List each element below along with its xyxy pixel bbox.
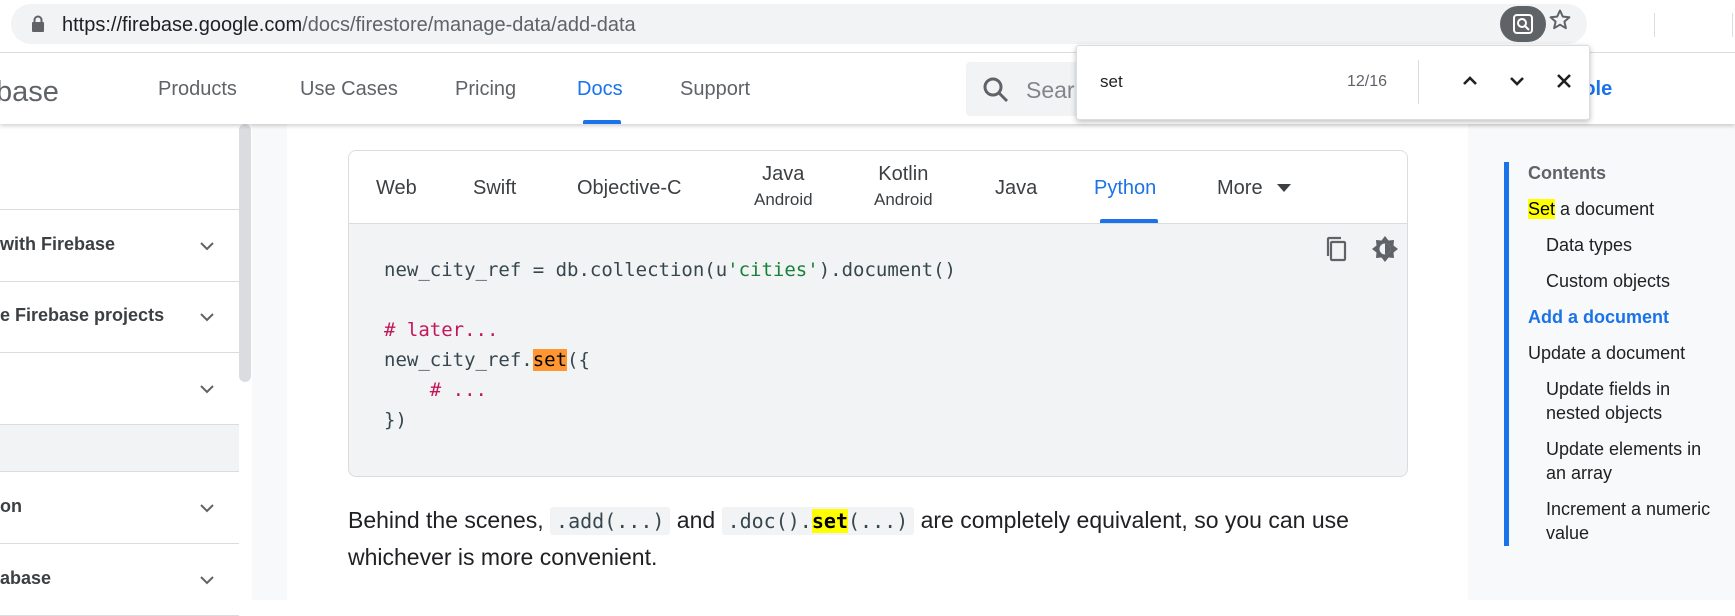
- chevron-down-icon: [1510, 77, 1524, 86]
- brand-logo-text[interactable]: base: [0, 76, 59, 109]
- toc-indicator-bar: [1504, 162, 1509, 546]
- tab-more[interactable]: More: [1217, 177, 1263, 200]
- tab-python[interactable]: Python: [1094, 177, 1156, 200]
- tab-more-label: More: [1217, 177, 1263, 199]
- nav-use-cases[interactable]: Use Cases: [300, 78, 398, 101]
- copy-icon[interactable]: [1324, 235, 1350, 265]
- inline-code: .add(...): [550, 507, 671, 535]
- left-nav-item-label: with Firebase: [0, 234, 116, 254]
- chevron-down-icon: [200, 242, 214, 251]
- url-host: https://firebase.google.com: [62, 14, 303, 36]
- tab-kotlin-android[interactable]: Kotlin Android: [874, 163, 933, 210]
- tab-label: Kotlin: [878, 163, 929, 185]
- url-path: /docs/firestore/manage-data/add-data: [302, 14, 636, 36]
- search-icon: [983, 77, 1009, 103]
- toolbar-divider: [1732, 13, 1733, 37]
- left-nav-item[interactable]: on: [0, 472, 239, 544]
- chevron-down-icon: [200, 385, 214, 394]
- toc-title: Contents: [1528, 163, 1606, 183]
- lock-icon[interactable]: [31, 15, 45, 33]
- nav-docs[interactable]: Docs: [577, 78, 623, 101]
- nav-products[interactable]: Products: [158, 78, 237, 101]
- find-divider: [1418, 60, 1419, 104]
- caret-down-icon: [1277, 184, 1291, 192]
- code-text: }): [384, 409, 407, 431]
- find-close-button[interactable]: [1549, 66, 1579, 96]
- left-nav-item[interactable]: [0, 353, 239, 425]
- find-in-page-button[interactable]: [1500, 6, 1546, 42]
- toc-item-increment-numeric[interactable]: Increment a numeric value: [1546, 497, 1716, 545]
- nav-pricing[interactable]: Pricing: [455, 78, 516, 101]
- find-match: Set: [1528, 199, 1556, 219]
- tab-swift[interactable]: Swift: [473, 177, 516, 200]
- left-nav-item-label: on: [0, 496, 22, 516]
- chevron-down-icon: [200, 313, 214, 322]
- nav-support[interactable]: Support: [680, 78, 750, 101]
- find-previous-button[interactable]: [1455, 66, 1485, 96]
- inline-code: .doc().set(...): [721, 507, 915, 535]
- left-nav-item[interactable]: with Firebase: [0, 209, 239, 282]
- code-comment: # ...: [429, 379, 487, 401]
- star-icon[interactable]: [1548, 8, 1572, 32]
- body-paragraph: Behind the scenes, .add(...) and .doc().…: [348, 502, 1408, 575]
- toc-item-update-fields-nested[interactable]: Update fields in nested objects: [1546, 377, 1716, 425]
- find-next-button[interactable]: [1502, 66, 1532, 96]
- site-search-placeholder: Sear: [1026, 77, 1075, 103]
- left-nav-item[interactable]: e Firebase projects: [0, 281, 239, 353]
- tab-java[interactable]: Java: [995, 177, 1037, 200]
- code-text: ).document(): [818, 259, 956, 281]
- language-tabs: Web Swift Objective-C Java Android Kotli…: [349, 151, 1407, 224]
- toc-item-custom-objects[interactable]: Custom objects: [1546, 269, 1670, 293]
- code-sample-card: Web Swift Objective-C Java Android Kotli…: [348, 150, 1408, 477]
- code-comment: # later...: [384, 319, 499, 341]
- close-icon: [1557, 74, 1571, 88]
- left-nav: with Firebase e Firebase projects on aba…: [0, 124, 253, 616]
- left-nav-scrollbar[interactable]: [239, 124, 251, 382]
- left-nav-item-selected[interactable]: [0, 425, 239, 472]
- left-nav-item-label: e Firebase projects: [0, 305, 165, 325]
- address-bar[interactable]: https://firebase.google.com/docs/firesto…: [11, 4, 1587, 44]
- paragraph-text: and: [670, 507, 722, 533]
- find-in-page-bar: set 12/16: [1076, 45, 1590, 120]
- tab-web[interactable]: Web: [376, 177, 417, 200]
- code-block: new_city_ref = db.collection(u'cities').…: [384, 255, 956, 435]
- tab-active-indicator: [1100, 219, 1158, 223]
- chevron-up-icon: [1463, 76, 1477, 85]
- chevron-down-icon: [200, 504, 214, 513]
- left-nav-item[interactable]: abase: [0, 544, 239, 616]
- tab-label: Java: [762, 163, 805, 185]
- toc-item-label: a document: [1555, 199, 1655, 219]
- code-text: ({: [567, 349, 590, 371]
- tab-sublabel: Android: [754, 190, 813, 209]
- tab-objective-c[interactable]: Objective-C: [577, 177, 681, 200]
- tab-sublabel: Android: [874, 190, 933, 209]
- toc-item-add-a-document[interactable]: Add a document: [1528, 305, 1669, 329]
- search-icon: [1513, 14, 1533, 34]
- toc-item-update-elements-array[interactable]: Update elements in an array: [1546, 437, 1716, 485]
- nav-active-indicator: [583, 120, 621, 124]
- toolbar-divider: [1654, 13, 1655, 37]
- find-match-count: 12/16: [1347, 73, 1388, 90]
- chevron-down-icon: [200, 576, 214, 585]
- tab-java-android[interactable]: Java Android: [754, 163, 813, 210]
- find-input[interactable]: set: [1100, 72, 1123, 92]
- code-string: 'cities': [727, 259, 819, 281]
- table-of-contents: Contents Set a document Data types Custo…: [1468, 124, 1735, 600]
- toc-item-data-types[interactable]: Data types: [1546, 233, 1632, 257]
- code-text: new_city_ref = db.collection(u: [384, 259, 728, 281]
- find-match-active: set: [532, 349, 568, 371]
- code-text: new_city_ref.: [384, 349, 533, 371]
- toc-item-update-a-document[interactable]: Update a document: [1528, 341, 1685, 365]
- dark-theme-icon[interactable]: [1371, 235, 1399, 263]
- find-match: set: [811, 509, 848, 533]
- left-nav-item-label: abase: [0, 568, 52, 588]
- inline-code-text: (...): [847, 509, 909, 533]
- toc-item-set-a-document[interactable]: Set a document: [1528, 197, 1654, 221]
- paragraph-text: Behind the scenes,: [348, 507, 551, 533]
- inline-code-text: .doc().: [727, 509, 812, 533]
- url-text[interactable]: https://firebase.google.com/docs/firesto…: [62, 15, 636, 35]
